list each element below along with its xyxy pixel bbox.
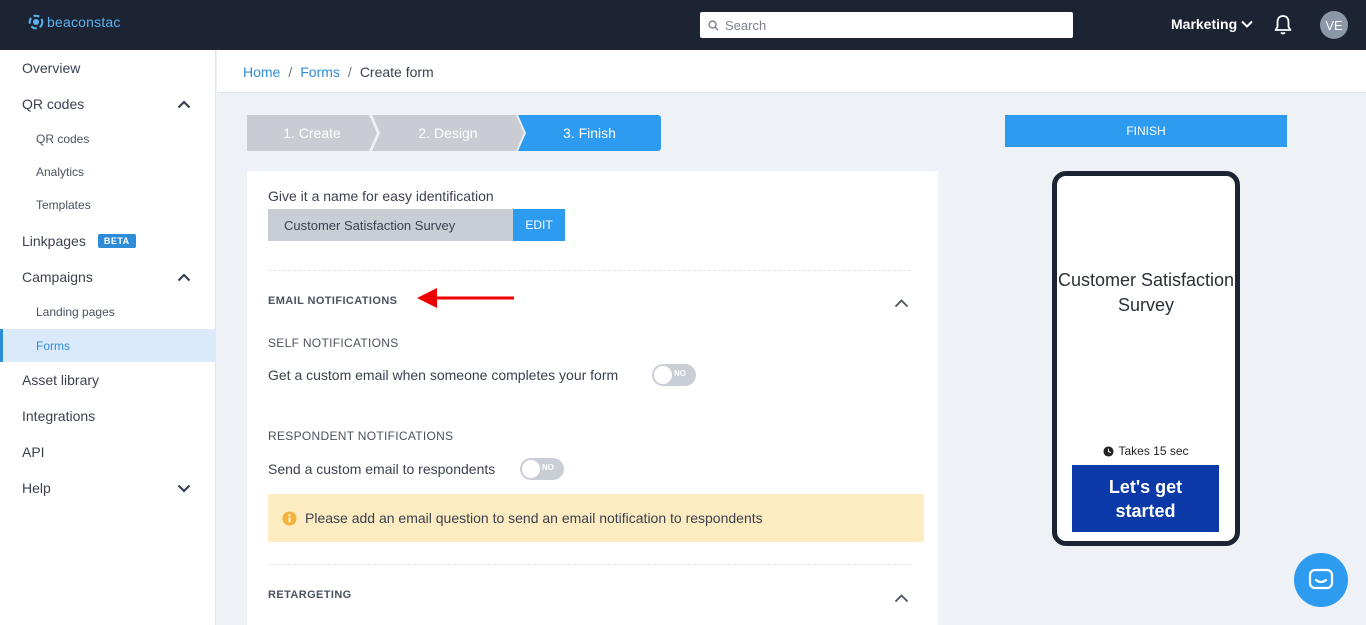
- edit-name-button[interactable]: EDIT: [513, 209, 565, 241]
- sidebar-item-label: Help: [22, 480, 51, 496]
- step-create[interactable]: 1. Create: [247, 115, 377, 151]
- chevron-up-icon: [177, 99, 191, 108]
- finish-button[interactable]: FINISH: [1005, 115, 1287, 147]
- sidebar-item-analytics[interactable]: Analytics: [0, 155, 216, 188]
- sidebar-item-campaigns[interactable]: Campaigns: [0, 259, 216, 295]
- info-icon: [282, 510, 297, 526]
- form-settings-card: Give it a name for easy identification C…: [247, 171, 938, 625]
- avatar-initials: VE: [1325, 17, 1343, 33]
- breadcrumb-forms[interactable]: Forms: [300, 64, 340, 80]
- warning-banner: Please add an email question to send an …: [268, 494, 924, 542]
- toggle-state-label: NO: [542, 463, 554, 472]
- warning-text: Please add an email question to send an …: [305, 510, 763, 526]
- search-input[interactable]: [725, 17, 1055, 33]
- sidebar-item-label: Linkpages: [22, 233, 86, 249]
- sidebar-item-label: Templates: [36, 197, 91, 212]
- chevron-up-icon[interactable]: [894, 593, 909, 603]
- phone-preview: Customer Satisfaction Survey Takes 15 se…: [1052, 171, 1240, 546]
- sidebar-item-label: QR codes: [22, 96, 85, 112]
- top-bar: beaconstac Marketing VE: [0, 0, 1366, 50]
- form-name-field: Customer Satisfaction Survey: [268, 209, 513, 241]
- step-label: 2. Design: [418, 125, 478, 141]
- notifications-bell[interactable]: [1273, 14, 1293, 41]
- chat-launcher[interactable]: [1294, 553, 1348, 607]
- chevron-down-icon: [1241, 20, 1253, 28]
- sidebar-item-overview[interactable]: Overview: [0, 50, 216, 86]
- get-started-button[interactable]: Let's get started: [1072, 465, 1219, 532]
- respondent-notifications-title: RESPONDENT NOTIFICATIONS: [268, 429, 454, 443]
- sidebar: Overview QR codes QR codes Analytics Tem…: [0, 50, 216, 625]
- duration-text: Takes 15 sec: [1118, 444, 1189, 458]
- chevron-down-icon: [177, 484, 191, 493]
- sidebar-item-linkpages[interactable]: Linkpages BETA: [0, 223, 216, 259]
- breadcrumb-home[interactable]: Home: [243, 64, 280, 80]
- workspace-selector[interactable]: Marketing: [1171, 16, 1253, 32]
- sidebar-item-label: Overview: [22, 60, 81, 76]
- preview-survey-title: Customer Satisfaction Survey: [1057, 270, 1235, 315]
- form-name-label: Give it a name for easy identification: [268, 188, 494, 204]
- chevron-up-icon: [177, 272, 191, 281]
- breadcrumb-current: Create form: [359, 64, 434, 80]
- breadcrumb-separator: /: [288, 64, 293, 80]
- sidebar-item-templates[interactable]: Templates: [0, 188, 216, 221]
- sidebar-item-qr-codes-group[interactable]: QR codes: [0, 86, 216, 122]
- breadcrumb-bar: Home / Forms / Create form: [217, 50, 1366, 93]
- sidebar-item-api[interactable]: API: [0, 434, 216, 470]
- respondent-notifications-toggle[interactable]: NO: [520, 458, 564, 480]
- section-divider: [268, 564, 911, 565]
- beta-badge: BETA: [97, 234, 136, 248]
- bell-icon: [1274, 15, 1292, 35]
- sidebar-item-help[interactable]: Help: [0, 470, 216, 506]
- sidebar-item-integrations[interactable]: Integrations: [0, 398, 216, 434]
- toggle-state-label: NO: [674, 369, 686, 378]
- preview-duration: Takes 15 sec: [1057, 444, 1235, 458]
- sidebar-item-label: Landing pages: [36, 304, 115, 319]
- sidebar-item-label: QR codes: [36, 131, 90, 146]
- search-icon: [708, 19, 719, 31]
- step-finish[interactable]: 3. Finish: [518, 115, 661, 151]
- clock-icon: [1103, 445, 1115, 457]
- sidebar-item-forms[interactable]: Forms: [0, 329, 216, 362]
- sidebar-item-label: Asset library: [22, 372, 100, 388]
- breadcrumb: Home / Forms / Create form: [243, 64, 434, 80]
- toggle-knob: [654, 366, 672, 384]
- sidebar-item-label: API: [22, 444, 45, 460]
- email-notifications-title: EMAIL NOTIFICATIONS: [268, 295, 398, 307]
- retargeting-title: RETARGETING: [268, 589, 352, 601]
- step-label: 1. Create: [283, 125, 341, 141]
- section-divider: [268, 270, 911, 271]
- search-box[interactable]: [700, 12, 1073, 38]
- sidebar-item-landing-pages[interactable]: Landing pages: [0, 295, 216, 328]
- toggle-knob: [522, 460, 540, 478]
- sidebar-item-label: Campaigns: [22, 269, 93, 285]
- sidebar-item-label: Integrations: [22, 408, 96, 424]
- workspace-label: Marketing: [1171, 16, 1238, 32]
- sidebar-item-asset-library[interactable]: Asset library: [0, 362, 216, 398]
- breadcrumb-separator: /: [347, 64, 352, 80]
- chat-icon: [1308, 568, 1334, 590]
- annotation-arrow-icon: [417, 288, 514, 308]
- beaconstac-logo[interactable]: beaconstac: [28, 14, 121, 30]
- logo-text: beaconstac: [47, 14, 121, 30]
- step-design[interactable]: 2. Design: [372, 115, 524, 151]
- self-notifications-description: Get a custom email when someone complete…: [268, 367, 619, 383]
- self-notifications-title: SELF NOTIFICATIONS: [268, 336, 399, 350]
- chevron-up-icon[interactable]: [894, 298, 909, 308]
- sidebar-item-label: Forms: [36, 338, 70, 353]
- step-label: 3. Finish: [563, 125, 616, 141]
- sidebar-item-qr-codes[interactable]: QR codes: [0, 122, 216, 155]
- sidebar-item-label: Analytics: [36, 164, 85, 179]
- self-notifications-toggle[interactable]: NO: [652, 364, 696, 386]
- respondent-notifications-description: Send a custom email to respondents: [268, 461, 496, 477]
- beacon-logo-icon: [28, 14, 44, 30]
- user-avatar[interactable]: VE: [1320, 11, 1348, 39]
